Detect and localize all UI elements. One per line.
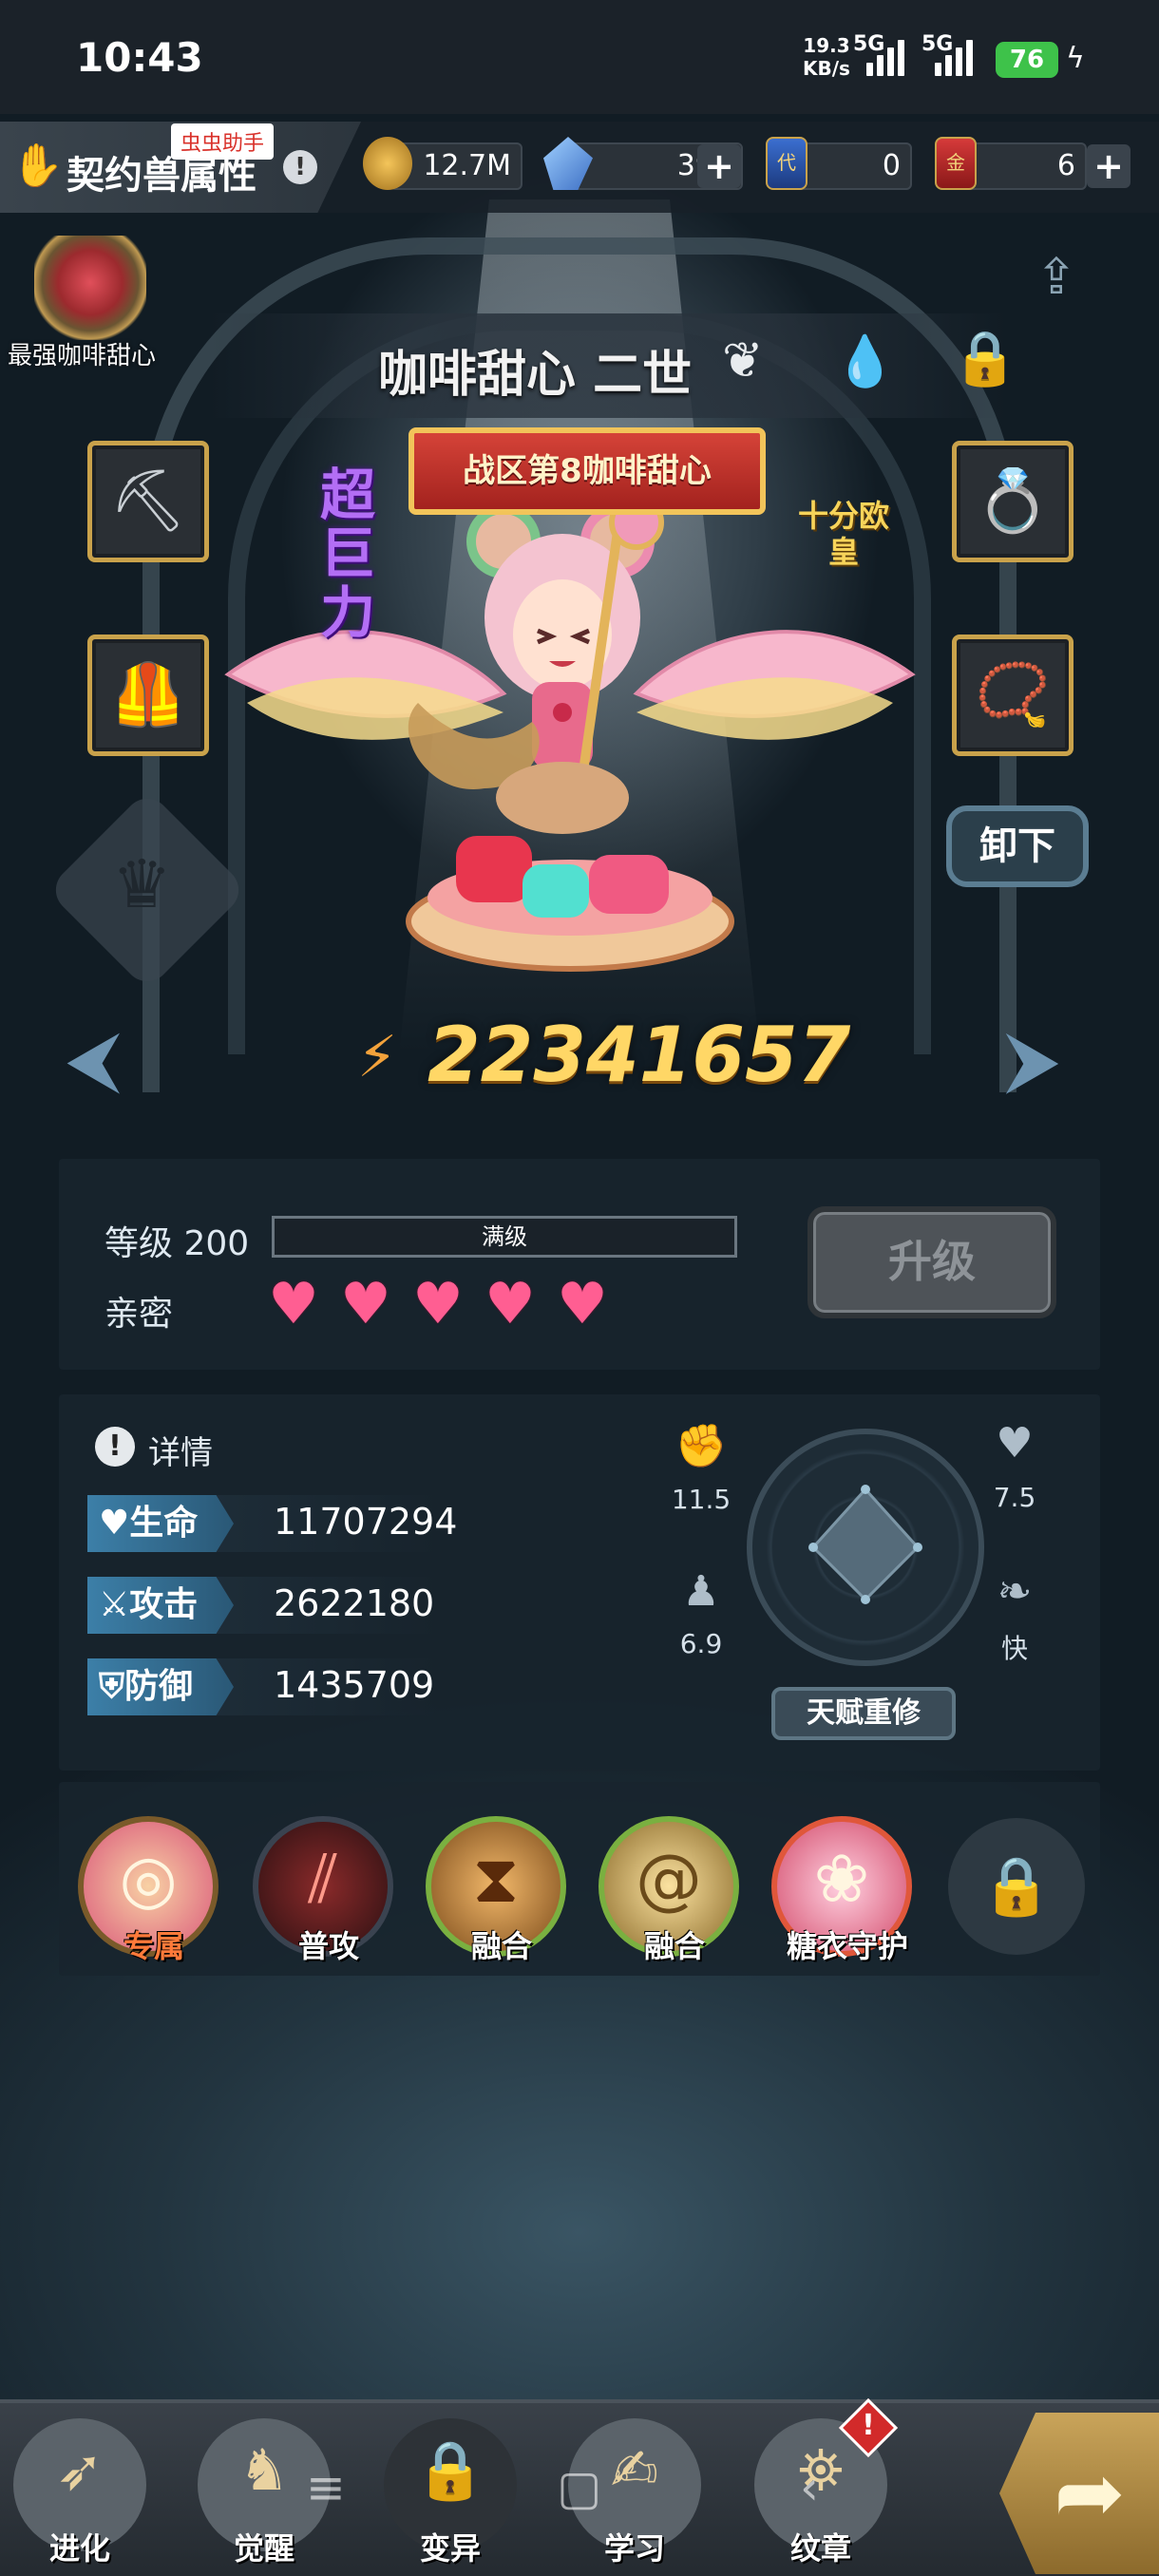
water-drop-icon[interactable]: 💧 xyxy=(834,332,896,390)
heart-icon: ♥ xyxy=(484,1271,536,1337)
radar-defense: 6.9 xyxy=(679,1628,723,1659)
swirl-icon: @ xyxy=(636,1840,702,1918)
armor-icon: 🦺 xyxy=(110,660,186,730)
status-bar: 10:43 19.3 KB/s 5G 5G 76 ϟ xyxy=(0,0,1159,114)
evolve-icon: ➶ xyxy=(55,2437,104,2504)
heart-icon: ♥ xyxy=(268,1271,319,1337)
blue-card-icon: 代 xyxy=(766,137,808,190)
heart-icon: ♥ xyxy=(996,1419,1034,1468)
charging-icon: ϟ xyxy=(1066,42,1085,75)
donut-icon: ◎ xyxy=(119,1840,178,1918)
signal-icon xyxy=(866,38,904,76)
lock-icon[interactable]: 🔒 xyxy=(952,327,1018,389)
heart-icon: ♥ xyxy=(557,1271,608,1337)
fist-icon: ✊ xyxy=(674,1422,728,1470)
stat-value-atk: 2622180 xyxy=(274,1582,435,1624)
clock: 10:43 xyxy=(76,34,203,81)
unequip-button[interactable]: 卸下 xyxy=(946,805,1089,887)
stat-value-hp: 11707294 xyxy=(274,1501,458,1543)
body-icon: ♟ xyxy=(682,1567,720,1616)
gold-coin-icon xyxy=(363,137,412,190)
claw-icon: ⫽ xyxy=(308,1840,338,1918)
menu-icon[interactable]: ≡ xyxy=(306,2460,346,2515)
talent-radar xyxy=(747,1429,984,1666)
wing-icon: ❧ xyxy=(997,1567,1033,1616)
red-card-resource: 6 xyxy=(960,142,1087,190)
crown-icon[interactable]: ♛ xyxy=(112,845,172,923)
home-icon[interactable]: ▢ xyxy=(557,2460,601,2515)
info-icon[interactable]: ! xyxy=(283,150,317,184)
back-icon[interactable]: ‹ xyxy=(800,2460,819,2515)
skill-exclusive[interactable]: ◎ 专属 xyxy=(78,1816,218,1964)
combat-power: 22341657 xyxy=(428,1011,851,1099)
shield-icon: ⛨ xyxy=(99,1667,125,1706)
add-crystal-button[interactable]: + xyxy=(697,144,741,188)
equip-slot-collar[interactable]: 📿 xyxy=(952,635,1074,756)
intimacy-label: 亲密 xyxy=(104,1295,174,1334)
radar-speed: 快 xyxy=(1000,1633,1028,1664)
info-icon[interactable]: ! xyxy=(95,1427,135,1467)
net-speed: 19.3 KB/s xyxy=(803,34,850,80)
back-hand-icon[interactable]: ✋ xyxy=(11,141,64,190)
pickaxe-icon: ⛏ xyxy=(109,466,187,537)
share-icon[interactable]: ⇪ xyxy=(1036,249,1077,306)
stat-value-def: 1435709 xyxy=(274,1664,435,1706)
skill-candy-guard[interactable]: ❀ 糖衣守护 xyxy=(771,1816,912,1964)
equip-slot-ring[interactable]: 💍 xyxy=(952,441,1074,562)
red-card-icon: 金 xyxy=(935,137,977,190)
add-red-card-button[interactable]: + xyxy=(1087,144,1130,188)
rank-banner: 战区第8咖啡甜心 xyxy=(408,427,766,515)
nav-evolve[interactable]: ➶ 进化 xyxy=(13,2418,146,2567)
talent-reset-button[interactable]: 天赋重修 xyxy=(771,1687,956,1740)
stat-label-def: ⛨防御 xyxy=(87,1658,234,1715)
hourglass-icon: ⧗ xyxy=(472,1840,520,1918)
equip-slot-weapon[interactable]: ⛏ xyxy=(87,441,209,562)
heart-icon: ♥ xyxy=(412,1271,464,1337)
skill-fusion-2[interactable]: @ 融合 xyxy=(598,1816,739,1964)
radar-shape xyxy=(808,1485,922,1604)
stat-label-atk: ⚔攻击 xyxy=(87,1577,234,1634)
nav-mutate[interactable]: 🔒 变异 xyxy=(384,2418,517,2567)
level-bar: 满级 xyxy=(272,1216,737,1258)
level-label: 等级 200 xyxy=(104,1224,250,1263)
trait-tag-right: 十分欧皇 xyxy=(797,498,889,570)
lock-icon: 🔒 xyxy=(980,1853,1053,1920)
ring-icon: 💍 xyxy=(975,466,1051,537)
candy-icon: ❀ xyxy=(813,1840,870,1918)
skill-fusion-1[interactable]: ⧗ 融合 xyxy=(426,1816,566,1964)
sprout-icon[interactable]: ❦ xyxy=(722,332,764,389)
locked-skill-slot[interactable]: 🔒 xyxy=(948,1818,1085,1955)
lock-icon: 🔒 xyxy=(414,2437,486,2504)
detail-link[interactable]: 详情 xyxy=(148,1427,213,1473)
equip-slot-armor[interactable]: 🦺 xyxy=(87,635,209,756)
collar-icon: 📿 xyxy=(975,660,1051,730)
prev-arrow-icon[interactable]: ⮜ xyxy=(66,1014,121,1104)
battery-icon: 76 xyxy=(996,42,1058,78)
notification-badge-text: ! xyxy=(862,2409,875,2442)
upgrade-button[interactable]: 升级 xyxy=(808,1206,1056,1318)
trait-tag-left: 超巨力 xyxy=(319,463,375,645)
stat-label-hp: ♥生命 xyxy=(87,1495,234,1552)
power-icon: ⚡ xyxy=(357,1024,398,1090)
next-arrow-icon[interactable]: ⮞ xyxy=(1005,1014,1060,1104)
heart-icon: ♥ xyxy=(340,1271,391,1337)
radar-strength: 11.5 xyxy=(671,1484,732,1515)
forward-arrow-icon: ➦ xyxy=(1054,2443,1126,2543)
skill-basic-attack[interactable]: ⫽ 普攻 xyxy=(253,1816,393,1964)
hero-name: 咖啡甜心 二世 xyxy=(378,347,693,404)
sword-icon: ⚔ xyxy=(99,1585,130,1624)
helper-tag: 虫虫助手 xyxy=(171,123,275,160)
heart-icon: ♥ xyxy=(99,1504,130,1543)
rank-label: 最强咖啡甜心 xyxy=(8,342,157,370)
signal-icon-2 xyxy=(935,38,973,76)
radar-vitality: 7.5 xyxy=(993,1482,1036,1513)
rank-badge-icon[interactable] xyxy=(34,236,146,340)
